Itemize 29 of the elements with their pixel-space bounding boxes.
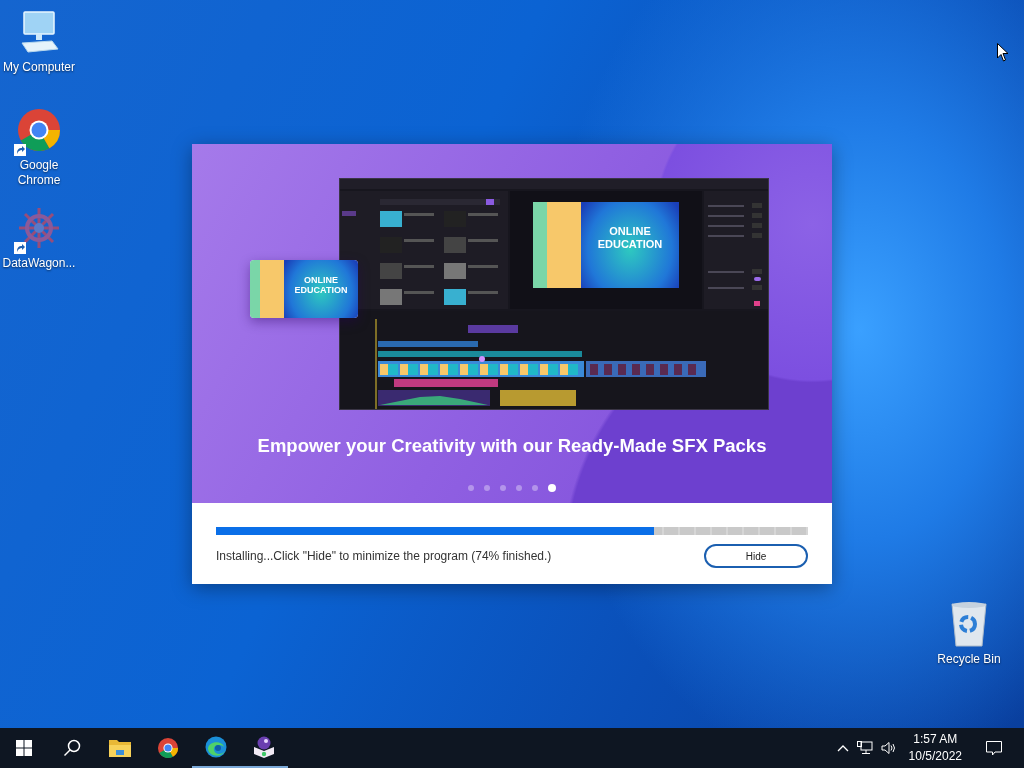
install-status-text: Installing...Click "Hide" to minimize the program (74% finished.): [216, 549, 552, 563]
volume-icon[interactable]: [880, 741, 897, 755]
carousel-dot[interactable]: [516, 485, 522, 491]
hide-button[interactable]: Hide: [704, 544, 808, 568]
carousel-dot[interactable]: [500, 485, 506, 491]
search-icon[interactable]: [63, 739, 81, 757]
carousel-dot[interactable]: [484, 485, 490, 491]
network-icon[interactable]: [856, 741, 873, 755]
chevron-up-icon[interactable]: [836, 744, 849, 752]
thumbnail-title: ONLINE EDUCATION: [293, 275, 349, 295]
desktop-icon-label[interactable]: Recycle Bin: [930, 652, 1008, 667]
card-side-artwork: [250, 260, 284, 318]
carousel-dot[interactable]: [468, 485, 474, 491]
slide-headline: Empower your Creativity with our Ready-Made SFX Packs: [257, 435, 767, 457]
chrome-icon: [16, 107, 62, 153]
chrome-icon[interactable]: [157, 737, 179, 759]
carousel-dot[interactable]: [532, 485, 538, 491]
video-title: ONLINE EDUCATION: [596, 225, 664, 251]
desktop-icon-label[interactable]: My Computer: [0, 60, 78, 75]
carousel-dot[interactable]: [548, 484, 556, 492]
clock-time[interactable]: 1:57 AM: [913, 731, 958, 748]
desktop-icon-label[interactable]: DataWagon...: [0, 256, 78, 271]
edge-icon[interactable]: [205, 736, 227, 758]
installer-app-icon[interactable]: [252, 735, 276, 759]
desktop-icon-label[interactable]: Google Chrome: [9, 158, 69, 188]
clock-date[interactable]: 10/5/2022: [908, 748, 962, 765]
folder-icon[interactable]: [109, 738, 131, 758]
mouse-pointer-icon: [997, 43, 1009, 62]
notification-icon[interactable]: [986, 740, 1002, 756]
